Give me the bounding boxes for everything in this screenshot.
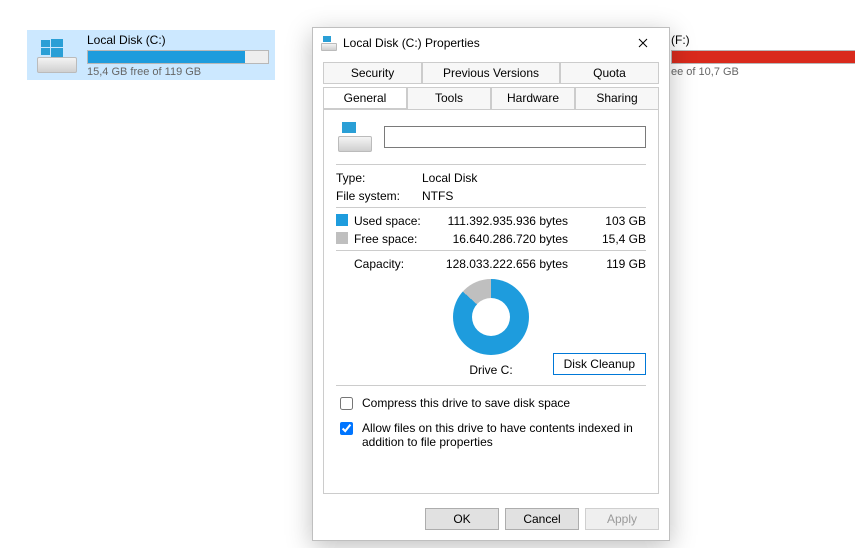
ok-button[interactable]: OK [425,508,499,530]
title-bar[interactable]: Local Disk (C:) Properties [313,28,669,58]
drive-icon [33,31,81,79]
drive-name: Local Disk (C:) [87,33,269,47]
properties-dialog: Local Disk (C:) Properties Security Prev… [312,27,670,541]
index-checkbox[interactable] [340,422,353,435]
drive-capacity-bar [87,50,269,64]
windows-icon [41,37,63,59]
tab-general[interactable]: General [323,87,407,109]
used-space-label: Used space: [336,214,422,228]
tab-sharing[interactable]: Sharing [575,87,659,109]
drive-free-text: ee of 10,7 GB [671,66,855,78]
drive-free-text: 15,4 GB free of 119 GB [87,66,269,78]
apply-button[interactable]: Apply [585,508,659,530]
tab-quota[interactable]: Quota [560,62,659,84]
drive-tile-f[interactable]: (F:) ee of 10,7 GB [665,30,855,80]
index-checkbox-row[interactable]: Allow files on this drive to have conten… [336,421,646,449]
drive-caption: Drive C: [469,363,512,377]
capacity-label: Capacity: [336,257,422,271]
compress-checkbox-row[interactable]: Compress this drive to save disk space [336,396,646,413]
free-space-label: Free space: [336,232,422,246]
free-space-bytes: 16.640.286.720 bytes [422,232,586,246]
fs-value: NTFS [422,189,646,203]
cancel-button[interactable]: Cancel [505,508,579,530]
dialog-title: Local Disk (C:) Properties [343,36,617,50]
drive-label-input[interactable] [384,126,646,148]
tab-panel-general: Type: Local Disk File system: NTFS Used … [323,109,659,494]
type-label: Type: [336,171,422,185]
used-space-human: 103 GB [586,214,646,228]
compress-label: Compress this drive to save disk space [362,396,570,410]
compress-checkbox[interactable] [340,397,353,410]
close-button[interactable] [623,31,663,55]
fs-label: File system: [336,189,422,203]
disk-cleanup-button[interactable]: Disk Cleanup [553,353,646,375]
drive-name: (F:) [671,33,855,47]
tab-hardware[interactable]: Hardware [491,87,575,109]
capacity-bytes: 128.033.222.656 bytes [422,257,586,271]
free-space-human: 15,4 GB [586,232,646,246]
drive-tile-c[interactable]: Local Disk (C:) 15,4 GB free of 119 GB [27,30,275,80]
drive-icon [336,120,374,154]
tab-tools[interactable]: Tools [407,87,491,109]
capacity-human: 119 GB [586,257,646,271]
index-label: Allow files on this drive to have conten… [362,421,646,449]
type-value: Local Disk [422,171,646,185]
used-space-bytes: 111.392.935.936 bytes [422,214,586,228]
tab-previous-versions[interactable]: Previous Versions [422,62,560,84]
drive-capacity-bar [671,50,855,64]
capacity-pie-chart [453,279,529,355]
drive-icon [321,35,337,51]
tab-security[interactable]: Security [323,62,422,84]
close-icon [638,38,648,48]
